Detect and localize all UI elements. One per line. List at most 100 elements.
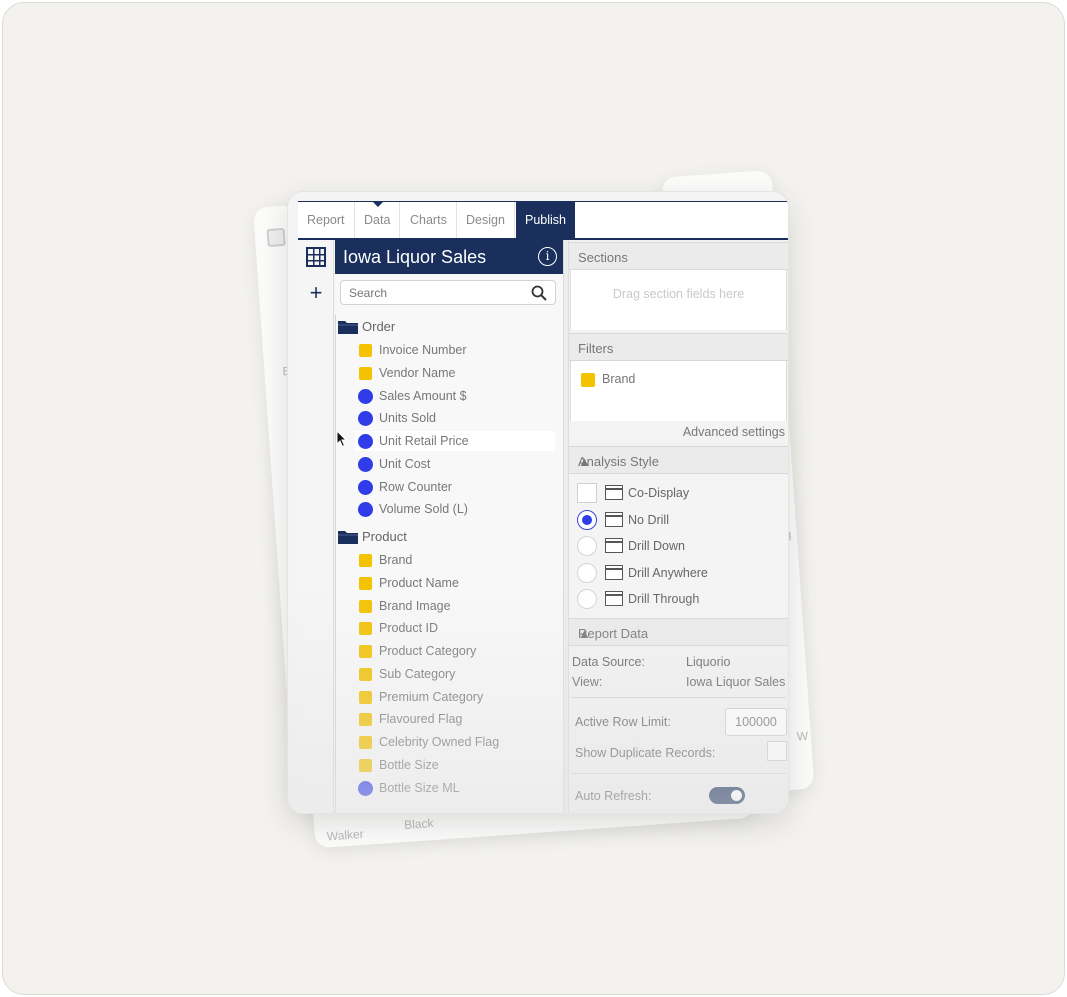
option-drill-through[interactable]: Drill Through <box>577 588 788 610</box>
advanced-settings-link[interactable]: Advanced settings <box>683 425 785 439</box>
field-item[interactable]: Product ID <box>357 618 557 638</box>
field-label: Premium Category <box>379 690 484 704</box>
report-data-header[interactable]: Report Data ▲ <box>569 618 788 646</box>
folder-open-icon <box>338 531 358 544</box>
tab-publish[interactable]: Publish <box>516 202 575 238</box>
field-item[interactable]: Volume Sold (L) <box>357 499 557 519</box>
view-value: Iowa Liquor Sales <box>686 675 786 689</box>
field-item[interactable]: Vendor Name <box>357 363 557 383</box>
field-item[interactable]: Celebrity Owned Flag <box>357 732 557 752</box>
radio[interactable] <box>577 536 597 556</box>
plus-icon[interactable]: + <box>304 281 328 305</box>
field-label: Unit Cost <box>379 457 431 471</box>
field-item[interactable]: Brand <box>357 550 557 570</box>
search-box <box>340 280 556 305</box>
dimension-icon <box>359 668 372 681</box>
data-source-label: Data Source: <box>572 655 645 669</box>
mouse-cursor-icon <box>336 430 348 448</box>
active-data-caret-icon <box>372 201 384 207</box>
field-label: Units Sold <box>379 411 436 425</box>
data-tree-panel: Iowa Liquor Sales i Order Invoice Number <box>335 240 563 813</box>
filters-title: Filters <box>578 341 614 356</box>
tab-charts[interactable]: Charts <box>401 202 457 238</box>
field-label: Brand Image <box>379 599 451 613</box>
field-label: Product Name <box>379 576 459 590</box>
option-drill-down[interactable]: Drill Down <box>577 535 788 557</box>
report-builder-window: Report Data Charts Design Publish + Iowa… <box>287 191 789 814</box>
tab-data[interactable]: Data <box>355 202 401 238</box>
field-label: Brand <box>379 553 413 567</box>
field-item[interactable]: Sub Category <box>357 664 557 684</box>
sections-header: Sections <box>569 242 788 270</box>
chevron-up-icon[interactable]: ▲ <box>578 454 782 469</box>
field-item[interactable]: Flavoured Flag <box>357 709 557 729</box>
view-header: Iowa Liquor Sales i <box>335 240 563 274</box>
show-duplicates-label: Show Duplicate Records: <box>575 746 716 760</box>
field-label: Volume Sold (L) <box>379 502 468 516</box>
field-label: Celebrity Owned Flag <box>379 735 500 749</box>
radio[interactable] <box>577 563 597 583</box>
measure-icon <box>358 502 373 517</box>
field-label: Row Counter <box>379 480 452 494</box>
measure-icon <box>358 781 373 796</box>
filter-label: Brand <box>602 372 636 386</box>
field-label: Product Category <box>379 644 477 658</box>
field-item[interactable]: Brand Image <box>357 596 557 616</box>
auto-refresh-toggle[interactable] <box>709 787 745 804</box>
grid-icon[interactable] <box>306 247 326 267</box>
field-item[interactable]: Premium Category <box>357 687 557 707</box>
radio[interactable] <box>577 589 597 609</box>
sections-drop-hint: Drag section fields here <box>612 287 745 301</box>
tab-report[interactable]: Report <box>298 202 355 238</box>
info-icon[interactable]: i <box>538 247 557 266</box>
radio-selected[interactable] <box>577 510 597 530</box>
field-item[interactable]: Product Name <box>357 573 557 593</box>
field-label: Bottle Size ML <box>379 781 460 795</box>
sections-drop-zone[interactable]: Drag section fields here <box>570 270 787 330</box>
row-limit-input[interactable]: 100000 <box>725 708 787 736</box>
drill-through-icon <box>605 591 623 606</box>
option-label: No Drill <box>628 513 669 527</box>
view-title: Iowa Liquor Sales <box>343 247 487 267</box>
dimension-icon <box>359 622 372 635</box>
tab-design[interactable]: Design <box>457 202 515 238</box>
field-item[interactable]: Bottle Size <box>357 755 557 775</box>
field-item[interactable]: Unit Cost <box>357 454 557 474</box>
measure-icon <box>358 411 373 426</box>
option-label: Co-Display <box>628 486 690 500</box>
drill-down-icon <box>605 538 623 553</box>
filters-header: Filters <box>569 333 788 361</box>
field-item[interactable]: Product Category <box>357 641 557 661</box>
option-label: Drill Anywhere <box>628 566 708 580</box>
option-no-drill[interactable]: No Drill <box>577 509 788 531</box>
option-co-display[interactable]: Co-Display <box>577 482 788 504</box>
dimension-icon <box>359 577 372 590</box>
field-item[interactable]: Sales Amount $ <box>357 386 557 406</box>
field-item[interactable]: Invoice Number <box>357 340 557 360</box>
option-drill-anywhere[interactable]: Drill Anywhere <box>577 562 788 584</box>
ghost-text: Walker <box>326 826 365 844</box>
search-icon[interactable] <box>531 285 547 301</box>
field-item[interactable]: Unit Retail Price <box>355 431 555 451</box>
tab-bar: Report Data Charts Design Publish <box>298 202 788 240</box>
field-label: Product ID <box>379 621 439 635</box>
divider <box>571 773 786 774</box>
field-item[interactable]: Bottle Size ML <box>357 778 557 798</box>
search-input[interactable] <box>349 284 519 301</box>
checkbox[interactable] <box>577 483 597 503</box>
measure-icon <box>358 480 373 495</box>
folder-label: Product <box>362 529 407 544</box>
filters-drop-zone[interactable]: Brand <box>570 361 787 421</box>
field-label: Sales Amount $ <box>379 389 467 403</box>
show-duplicates-checkbox[interactable] <box>767 741 787 761</box>
chevron-up-icon[interactable]: ▲ <box>578 626 782 641</box>
field-item[interactable]: Units Sold <box>357 408 557 428</box>
dimension-icon <box>359 600 372 613</box>
dimension-icon <box>581 373 595 387</box>
analysis-style-header[interactable]: Analysis Style ▲ <box>569 446 788 474</box>
auto-refresh-label: Auto Refresh: <box>575 789 652 803</box>
co-display-icon <box>605 485 623 500</box>
drill-anywhere-icon <box>605 565 623 580</box>
field-item[interactable]: Row Counter <box>357 477 557 497</box>
folder-label: Order <box>362 319 396 334</box>
